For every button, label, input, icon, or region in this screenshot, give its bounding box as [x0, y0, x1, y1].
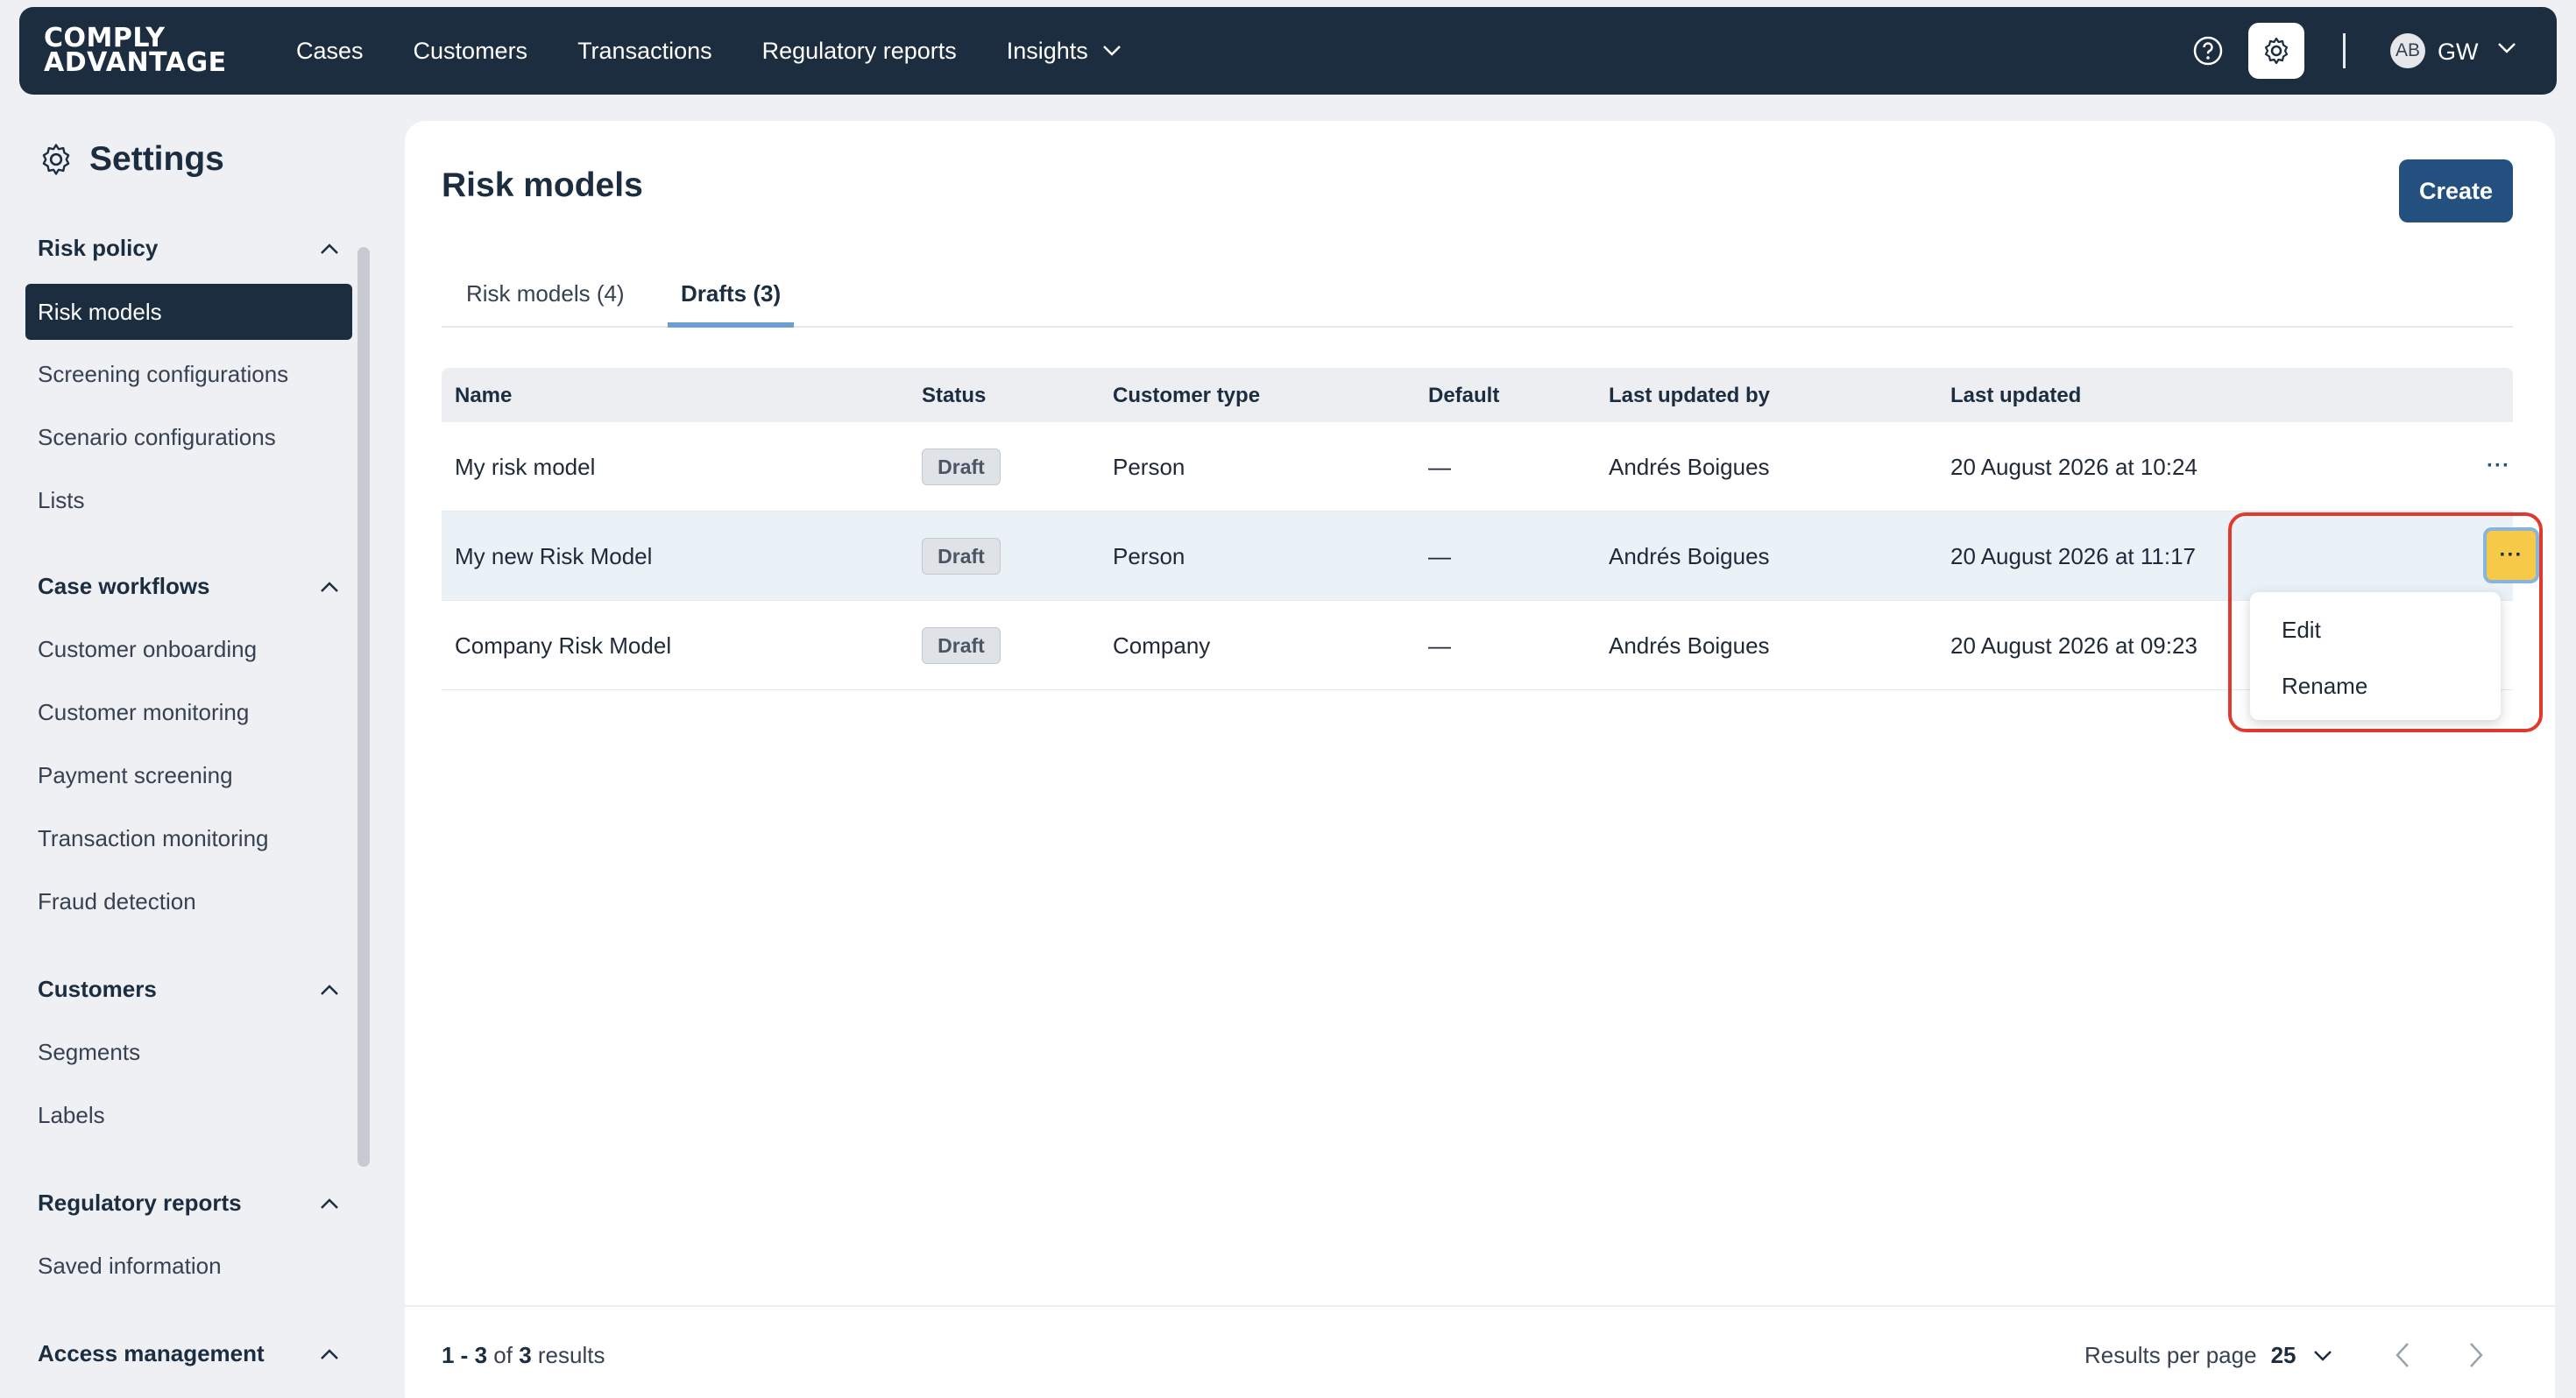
sidebar-section-access-management[interactable]: Access management [38, 1340, 339, 1367]
cell-last-updated-by: Andrés Boigues [1609, 543, 1770, 569]
chevron-up-icon [321, 243, 338, 254]
tab-drafts[interactable]: Drafts (3) [668, 272, 795, 328]
tab-bar: Risk models (4) Drafts (3) [442, 272, 2513, 328]
sidebar-item-payment-screening[interactable]: Payment screening [38, 762, 233, 789]
settings-button[interactable] [2248, 23, 2304, 79]
sidebar-item-labels[interactable]: Labels [38, 1102, 105, 1129]
cell-name: Company Risk Model [455, 632, 672, 659]
comply-advantage-logo[interactable]: COMPLY ADVANTAGE [44, 25, 227, 76]
table-row[interactable]: My new Risk Model Draft Person — Andrés … [442, 512, 2539, 601]
table-row[interactable]: Company Risk Model Draft Company — André… [442, 601, 2513, 690]
row-actions-menu: Edit Rename [2250, 592, 2501, 720]
sidebar-item-screening-configurations[interactable]: Screening configurations [38, 361, 288, 388]
cell-customer-type: Company [1113, 632, 1211, 659]
sidebar-title: Settings [39, 140, 224, 179]
chevron-up-icon [321, 1348, 338, 1359]
sidebar-section-risk-policy[interactable]: Risk policy [38, 235, 339, 262]
avatar[interactable]: AB [2390, 33, 2425, 68]
sidebar-item-customer-onboarding[interactable]: Customer onboarding [38, 636, 257, 663]
main-panel: Risk models Create Risk models (4) Draft… [405, 121, 2555, 1398]
chevron-down-icon [2314, 1350, 2332, 1361]
sidebar-item-saved-information[interactable]: Saved information [38, 1253, 222, 1280]
column-header-customer-type[interactable]: Customer type [1113, 384, 1260, 408]
table-header: Name Status Customer type Default Last u… [442, 368, 2513, 422]
chevron-up-icon [321, 581, 338, 592]
nav-insights[interactable]: Insights [1007, 38, 1122, 65]
create-button[interactable]: Create [2399, 159, 2513, 222]
sidebar-section-case-workflows[interactable]: Case workflows [38, 573, 339, 600]
cell-last-updated-by: Andrés Boigues [1609, 454, 1770, 480]
help-icon[interactable] [2192, 35, 2224, 67]
cell-last-updated: 20 August 2026 at 09:23 [1950, 632, 2197, 659]
nav-transactions[interactable]: Transactions [577, 38, 712, 65]
chevron-left-icon[interactable] [2394, 1342, 2411, 1368]
column-header-last-updated[interactable]: Last updated [1950, 384, 2081, 408]
chevron-up-icon [321, 1197, 338, 1209]
nav-cases[interactable]: Cases [296, 38, 364, 65]
status-badge: Draft [922, 538, 1001, 575]
status-badge: Draft [922, 627, 1001, 664]
page-title: Risk models [442, 166, 643, 204]
sidebar-item-transaction-monitoring[interactable]: Transaction monitoring [38, 825, 269, 852]
menu-item-edit[interactable]: Edit [2282, 617, 2321, 644]
sidebar-scrollbar[interactable] [357, 247, 370, 1167]
sidebar-item-fraud-detection[interactable]: Fraud detection [38, 888, 196, 915]
tab-risk-models[interactable]: Risk models (4) [466, 272, 625, 328]
cell-last-updated: 20 August 2026 at 11:17 [1950, 543, 2196, 569]
cell-last-updated-by: Andrés Boigues [1609, 632, 1770, 659]
cell-last-updated: 20 August 2026 at 10:24 [1950, 454, 2197, 480]
cell-default: — [1428, 454, 1451, 480]
user-initials[interactable]: GW [2438, 39, 2479, 66]
table-footer: 1 - 3 of 3 results Results per page 25 [405, 1305, 2555, 1398]
nav-customers[interactable]: Customers [414, 38, 528, 65]
column-header-status[interactable]: Status [922, 384, 986, 408]
cell-default: — [1428, 543, 1451, 569]
row-actions-button[interactable]: ··· [2487, 454, 2510, 478]
column-header-default[interactable]: Default [1428, 384, 1499, 408]
settings-sidebar: Settings Risk policy Risk models Screeni… [0, 123, 370, 1398]
primary-nav: Cases Customers Transactions Regulatory … [296, 7, 1171, 95]
chevron-down-icon[interactable] [2497, 42, 2516, 54]
sidebar-section-regulatory-reports[interactable]: Regulatory reports [38, 1190, 339, 1217]
sidebar-item-risk-models[interactable]: Risk models [25, 284, 352, 340]
top-navbar: COMPLY ADVANTAGE Cases Customers Transac… [19, 7, 2557, 95]
cell-customer-type: Person [1113, 454, 1185, 480]
user-controls: AB GW [2101, 7, 2557, 95]
cell-customer-type: Person [1113, 543, 1185, 569]
menu-item-rename[interactable]: Rename [2282, 673, 2367, 700]
cell-default: — [1428, 632, 1451, 659]
table-row[interactable]: My risk model Draft Person — Andrés Boig… [442, 422, 2513, 512]
column-header-last-updated-by[interactable]: Last updated by [1609, 384, 1770, 408]
results-count: 1 - 3 of 3 results [442, 1342, 605, 1368]
gear-icon [2264, 37, 2289, 65]
nav-regulatory-reports[interactable]: Regulatory reports [762, 38, 957, 65]
column-header-name[interactable]: Name [455, 384, 512, 408]
nav-divider [2343, 33, 2346, 68]
sidebar-item-scenario-configurations[interactable]: Scenario configurations [38, 424, 276, 451]
status-badge: Draft [922, 448, 1001, 485]
gear-icon [42, 144, 70, 175]
cell-name: My risk model [455, 454, 596, 480]
chevron-down-icon [1102, 46, 1121, 56]
chevron-right-icon[interactable] [2467, 1342, 2485, 1368]
sidebar-section-customers[interactable]: Customers [38, 976, 339, 1003]
chevron-up-icon [321, 984, 338, 995]
cell-name: My new Risk Model [455, 543, 653, 569]
sidebar-item-customer-monitoring[interactable]: Customer monitoring [38, 699, 249, 726]
sidebar-item-segments[interactable]: Segments [38, 1039, 140, 1066]
sidebar-item-lists[interactable]: Lists [38, 487, 84, 514]
results-per-page-select[interactable]: Results per page 25 [2084, 1342, 2332, 1369]
